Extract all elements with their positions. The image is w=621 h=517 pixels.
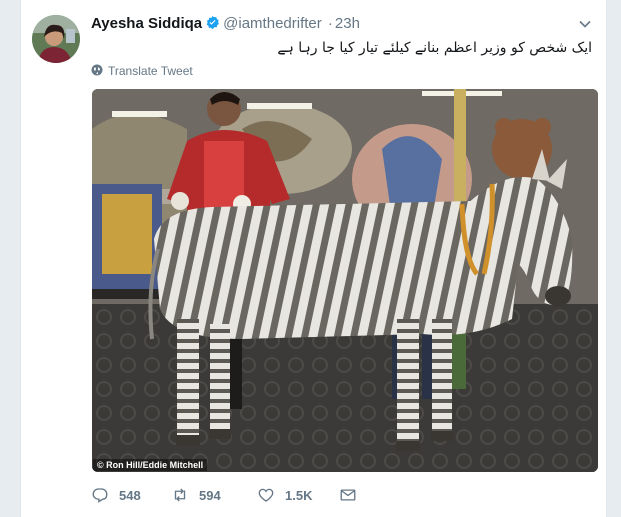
chevron-down-icon[interactable]: [578, 17, 592, 31]
media-photo: [92, 89, 598, 472]
photo-credit: © Ron Hill/Eddie Mitchell: [93, 459, 208, 471]
like-count: 1.5K: [285, 487, 313, 503]
avatar-image: [32, 15, 80, 63]
like-icon: [258, 488, 274, 502]
direct-message-button[interactable]: [339, 486, 357, 504]
globe-icon: [91, 64, 103, 79]
translate-label: Translate Tweet: [108, 64, 193, 78]
translate-tweet-link[interactable]: Translate Tweet: [91, 63, 193, 79]
verified-badge-icon: [205, 15, 220, 34]
author-name[interactable]: Ayesha Siddiqa: [91, 15, 202, 32]
reply-button[interactable]: 548: [91, 486, 171, 504]
avatar[interactable]: [32, 15, 80, 63]
retweet-icon: [174, 488, 186, 502]
tweet-media[interactable]: © Ron Hill/Eddie Mitchell: [92, 89, 598, 472]
message-icon: [340, 489, 356, 501]
reply-count: 548: [119, 487, 141, 503]
tweet-text: ایک شخص کو وزیر اعظم بنانے کیلئے تیار کی…: [277, 40, 592, 56]
retweet-button[interactable]: 594: [171, 486, 257, 504]
author-handle[interactable]: @iamthedrifter: [223, 15, 322, 32]
reply-icon: [92, 488, 108, 503]
separator-dot: ·: [327, 15, 333, 32]
tweet-actions: 548 594 1.5K: [91, 485, 357, 505]
tweet-header: Ayesha Siddiqa @iamthedrifter · 23h: [91, 15, 592, 35]
tweet-timestamp[interactable]: 23h: [335, 15, 360, 32]
like-button[interactable]: 1.5K: [257, 486, 339, 504]
tweet-card[interactable]: Ayesha Siddiqa @iamthedrifter · 23h ایک شخ…: [20, 0, 607, 517]
retweet-count: 594: [199, 487, 221, 503]
